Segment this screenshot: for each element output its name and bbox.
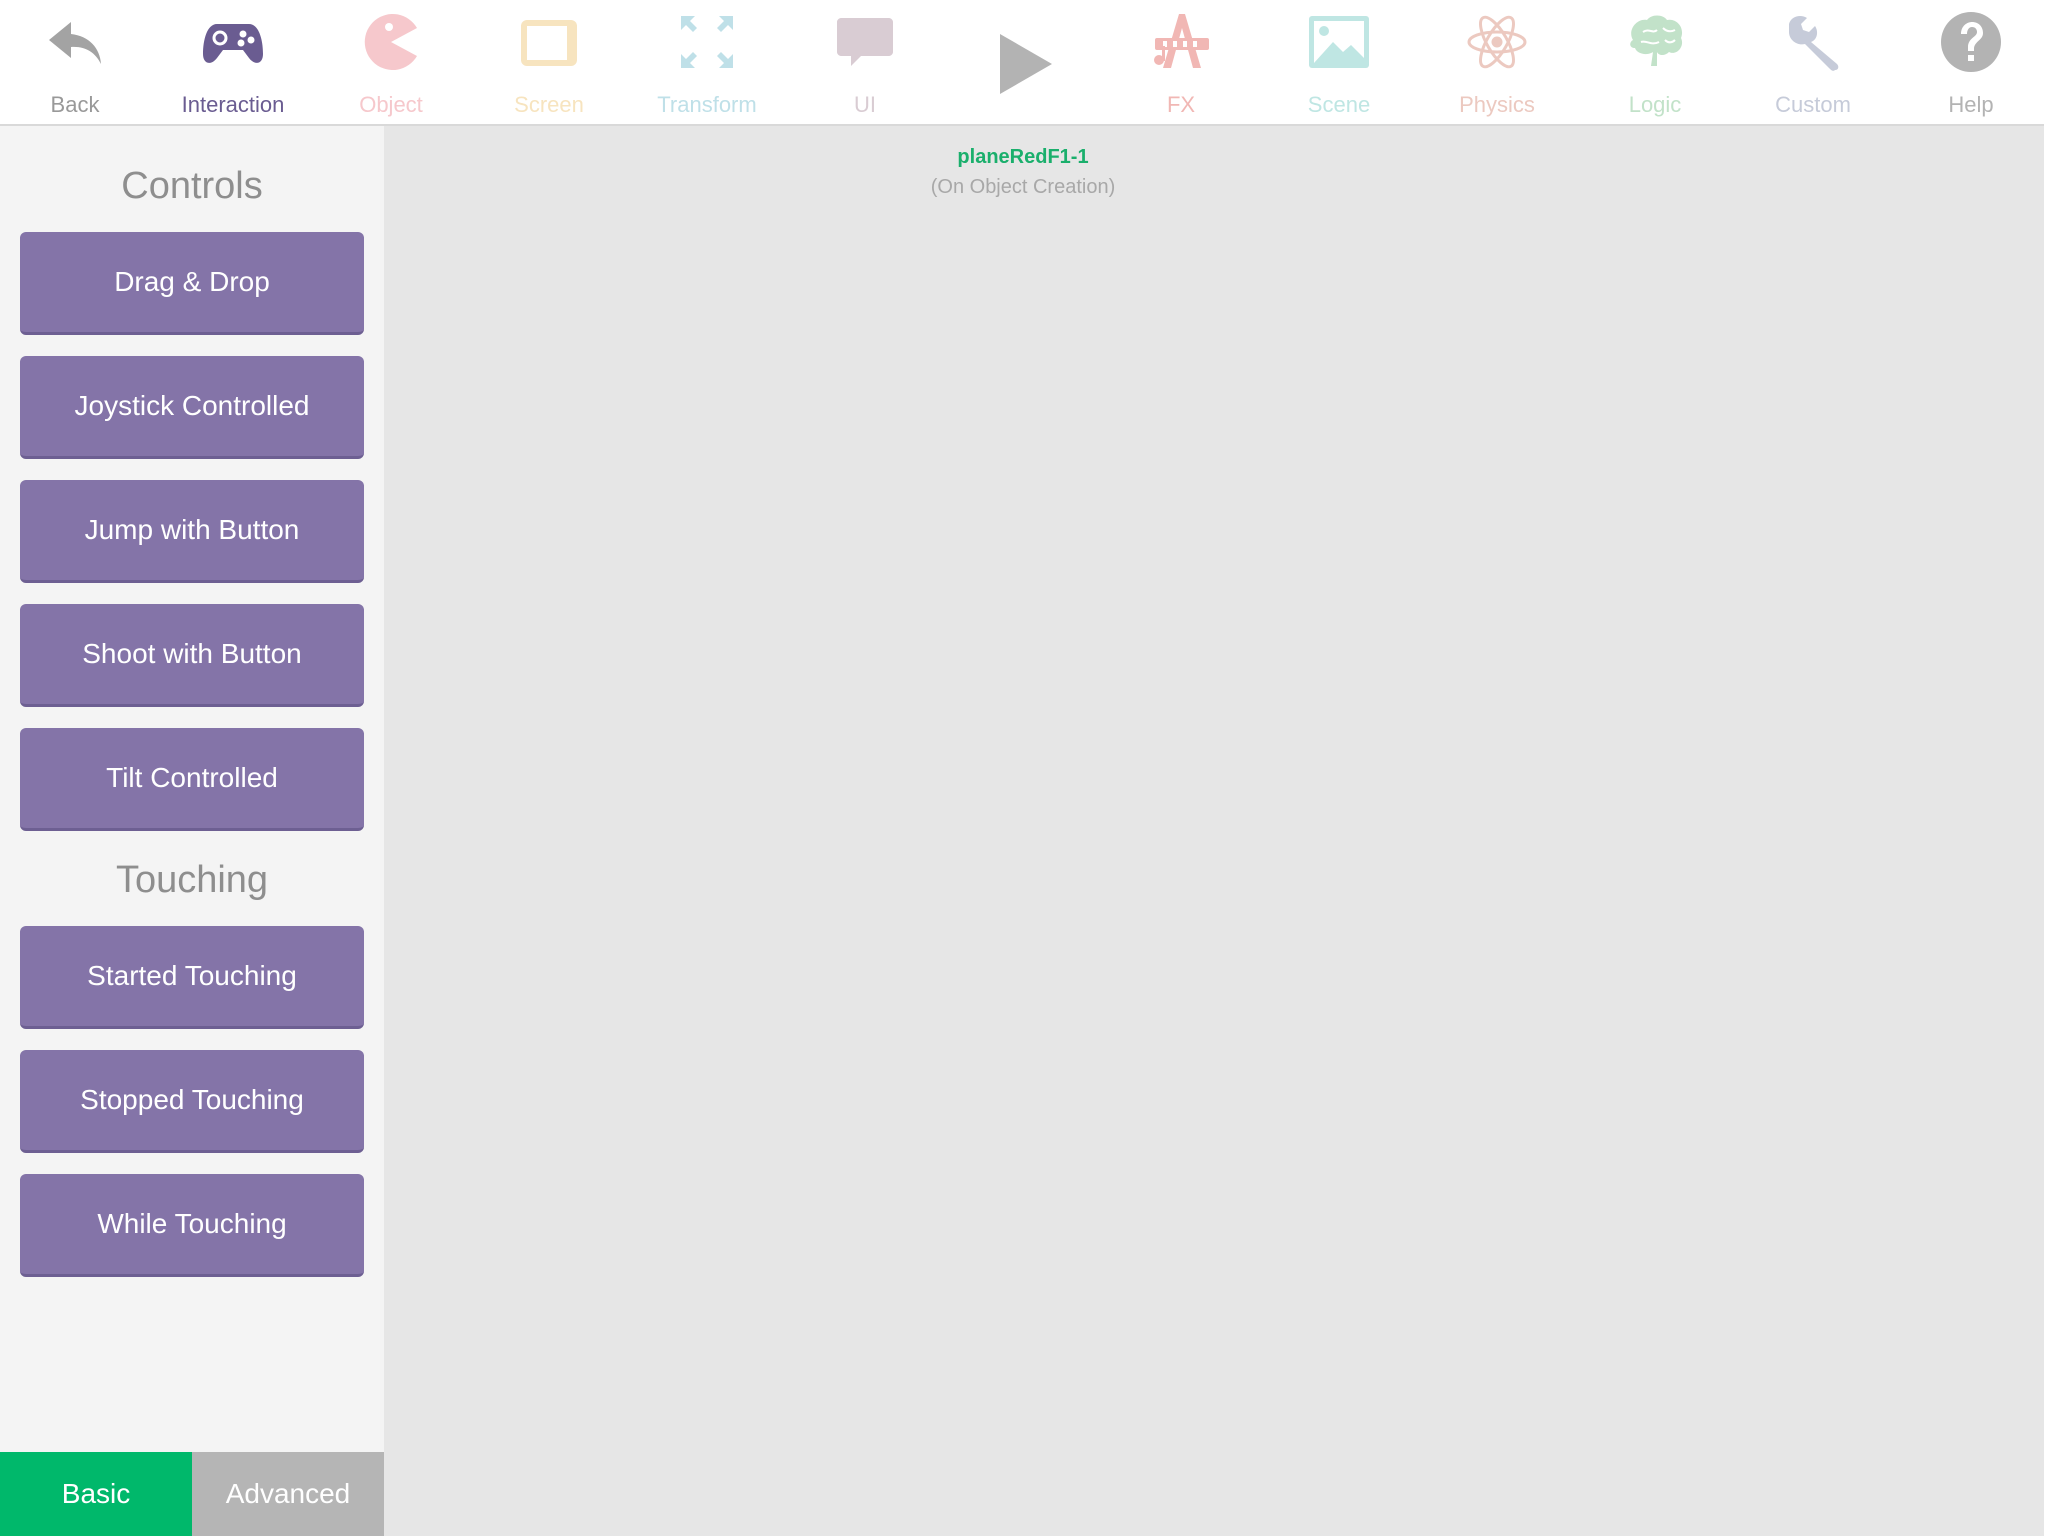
- object-name-label: planeRedF1-1: [957, 146, 1089, 168]
- toolbar-screen-button[interactable]: Screen: [470, 0, 628, 124]
- brain-icon: [1623, 10, 1687, 74]
- atom-icon: [1465, 10, 1529, 74]
- speech-bubble-icon: [833, 10, 897, 74]
- top-toolbar: Back Interaction Object Screen Transform…: [0, 0, 2048, 126]
- touching-section-title: Touching: [115, 859, 269, 901]
- tablet-screen-icon: [517, 10, 581, 74]
- mode-tabs: Basic Advanced: [0, 1452, 384, 1536]
- toolbar-back-button[interactable]: Back: [0, 0, 154, 124]
- pacman-icon: [359, 10, 423, 74]
- tilt-controlled-block-button[interactable]: Tilt Controlled: [20, 728, 364, 831]
- right-edge-strip: [2044, 0, 2048, 1536]
- play-icon: [1000, 34, 1052, 94]
- toolbar-ui-button[interactable]: UI: [786, 0, 944, 124]
- toolbar-back-label: Back: [50, 92, 100, 117]
- fx-music-icon: [1149, 10, 1213, 74]
- toolbar-interaction-label: Interaction: [181, 92, 285, 117]
- basic-tab[interactable]: Basic: [0, 1452, 192, 1536]
- script-canvas[interactable]: [384, 126, 2048, 1536]
- block-palette-sidebar: Controls Drag & Drop Joystick Controlled…: [0, 126, 384, 1536]
- toolbar-fx-button[interactable]: FX: [1102, 0, 1260, 124]
- jump-with-button-block-button[interactable]: Jump with Button: [20, 480, 364, 583]
- toolbar-custom-label: Custom: [1775, 92, 1851, 117]
- toolbar-physics-label: Physics: [1459, 92, 1535, 117]
- toolbar-object-label: Object: [359, 92, 423, 117]
- toolbar-help-label: Help: [1948, 92, 1994, 117]
- toolbar-transform-button[interactable]: Transform: [628, 0, 786, 124]
- toolbar-custom-button[interactable]: Custom: [1734, 0, 1892, 124]
- toolbar-scene-label: Scene: [1307, 92, 1371, 117]
- toolbar-help-button[interactable]: Help: [1892, 0, 2048, 124]
- toolbar-object-button[interactable]: Object: [312, 0, 470, 124]
- event-name-label: (On Object Creation): [930, 176, 1116, 198]
- toolbar-logic-label: Logic: [1628, 92, 1682, 117]
- toolbar-interaction-button[interactable]: Interaction: [154, 0, 312, 124]
- drag-drop-block-button[interactable]: Drag & Drop: [20, 232, 364, 335]
- scene-image-icon: [1307, 10, 1371, 74]
- toolbar-screen-label: Screen: [514, 92, 584, 117]
- toolbar-ui-label: UI: [854, 92, 876, 117]
- while-touching-block-button[interactable]: While Touching: [20, 1174, 364, 1277]
- started-touching-block-button[interactable]: Started Touching: [20, 926, 364, 1029]
- back-arrow-icon: [43, 10, 107, 74]
- shoot-with-button-block-button[interactable]: Shoot with Button: [20, 604, 364, 707]
- toolbar-physics-button[interactable]: Physics: [1418, 0, 1576, 124]
- gamepad-icon: [201, 10, 265, 74]
- joystick-controlled-block-button[interactable]: Joystick Controlled: [20, 356, 364, 459]
- wrench-icon: [1781, 10, 1845, 74]
- advanced-tab[interactable]: Advanced: [192, 1452, 384, 1536]
- toolbar-fx-label: FX: [1166, 92, 1196, 117]
- toolbar-transform-label: Transform: [657, 92, 757, 117]
- play-button[interactable]: [990, 28, 1060, 100]
- toolbar-scene-button[interactable]: Scene: [1260, 0, 1418, 124]
- toolbar-logic-button[interactable]: Logic: [1576, 0, 1734, 124]
- transform-arrows-icon: [675, 10, 739, 74]
- question-icon: [1939, 10, 2003, 74]
- stopped-touching-block-button[interactable]: Stopped Touching: [20, 1050, 364, 1153]
- controls-section-title: Controls: [121, 165, 263, 207]
